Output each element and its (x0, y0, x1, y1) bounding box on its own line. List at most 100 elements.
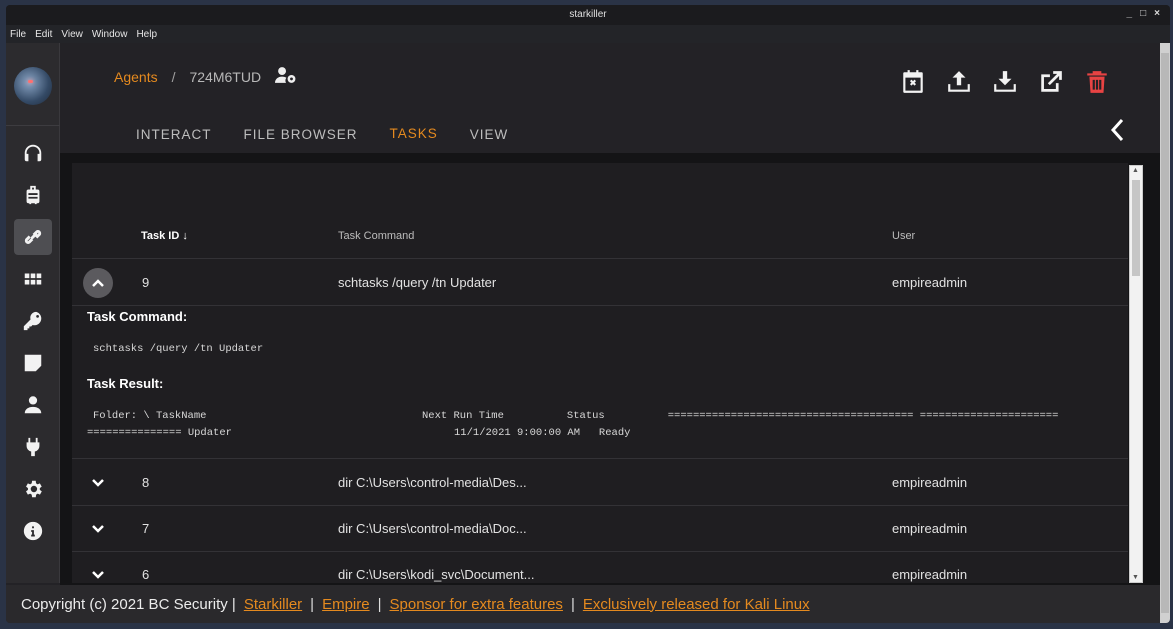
tab-interact[interactable]: INTERACT (120, 113, 228, 155)
header-task-command[interactable]: Task Command (338, 230, 414, 242)
starkiller-link[interactable]: Starkiller (244, 596, 302, 613)
gear-icon (26, 480, 42, 498)
scroll-down-arrow[interactable]: ▼ (1132, 574, 1139, 581)
divider (6, 125, 60, 126)
open-in-new-button[interactable] (1038, 69, 1064, 100)
menu-window[interactable]: Window (92, 29, 128, 40)
minimize-button[interactable]: _ (1127, 8, 1133, 19)
task-command: schtasks /query /tn Updater (338, 275, 497, 290)
menu-bar: File Edit View Window Help (6, 25, 1170, 43)
sidebar-item-reporting[interactable] (14, 345, 52, 381)
app-logo[interactable] (14, 67, 52, 105)
breadcrumb-agents-link[interactable]: Agents (114, 69, 158, 85)
agent-toolbar (900, 69, 1110, 100)
copyright-text: Copyright (c) 2021 BC Security | (21, 595, 236, 613)
sidebar-item-credentials[interactable] (14, 303, 52, 339)
headphones-icon (24, 144, 42, 162)
sidebar-item-users[interactable] (14, 387, 52, 423)
tasks-table: Task ID ↓ Task Command User 9 schtasks /… (72, 163, 1128, 583)
task-id: 9 (142, 275, 150, 290)
header-task-id[interactable]: Task ID ↓ (141, 230, 188, 242)
task-id: 8 (142, 475, 150, 490)
menu-edit[interactable]: Edit (35, 29, 52, 40)
sort-arrow-icon: ↓ (182, 230, 188, 242)
footer-separator: | (377, 595, 382, 613)
scrollbar-thumb[interactable] (1132, 180, 1140, 276)
upload-icon (948, 71, 970, 92)
task-result-line: 11/1/2021 9:00:00 AM Ready (454, 427, 631, 439)
key-icon (23, 311, 42, 331)
footer: Copyright (c) 2021 BC Security | Starkil… (6, 585, 1160, 623)
trash-icon (1087, 71, 1107, 93)
calendar-remove-icon (903, 70, 923, 93)
sidebar-item-listeners[interactable] (14, 135, 52, 171)
menu-help[interactable]: Help (136, 29, 157, 40)
breadcrumb: Agents / 724M6TUD (114, 66, 297, 87)
task-command-label: Task Command: (87, 309, 188, 324)
sidebar-item-stagers[interactable] (14, 177, 52, 213)
task-command: dir C:\Users\control-media\Des... (338, 475, 527, 490)
menu-file[interactable]: File (10, 29, 26, 40)
footer-separator: | (310, 595, 315, 613)
luggage-icon (26, 185, 40, 205)
download-button[interactable] (992, 69, 1018, 100)
download-icon (994, 71, 1016, 92)
task-user: empireadmin (892, 567, 968, 582)
kill-agent-button[interactable] (1084, 69, 1110, 100)
expand-row-button[interactable] (83, 514, 113, 544)
empire-link[interactable]: Empire (322, 596, 370, 613)
collapse-row-button[interactable] (83, 268, 113, 298)
window-title: starkiller (569, 9, 607, 20)
clear-tasks-button[interactable] (900, 69, 926, 100)
chevron-left-icon (1110, 118, 1124, 142)
sidebar-item-plugins[interactable] (14, 429, 52, 465)
menu-view[interactable]: View (61, 29, 83, 40)
breadcrumb-agent-name: 724M6TUD (189, 68, 262, 85)
close-button[interactable]: × (1154, 8, 1160, 19)
task-result-line: Folder: \ TaskName (93, 410, 207, 422)
task-id: 6 (142, 567, 150, 582)
breadcrumb-separator: / (171, 68, 176, 85)
user-cog-icon[interactable] (275, 66, 297, 87)
note-icon (24, 354, 42, 372)
table-row[interactable]: 7 dir C:\Users\control-media\Doc... empi… (72, 506, 1128, 552)
chevron-up-icon (92, 279, 104, 287)
task-result-label: Task Result: (87, 376, 164, 391)
expand-row-button[interactable] (83, 468, 113, 498)
tab-file-browser[interactable]: FILE BROWSER (228, 113, 374, 155)
tab-tasks[interactable]: TASKS (373, 113, 454, 155)
title-bar: starkiller _ □ × (6, 5, 1170, 25)
page-scrollbar[interactable] (1160, 43, 1170, 623)
user-icon (24, 396, 42, 414)
chevron-down-icon (92, 479, 104, 487)
header-user[interactable]: User (892, 230, 915, 242)
task-user: empireadmin (892, 475, 968, 490)
sidebar-item-about[interactable] (14, 513, 52, 549)
sidebar-item-modules[interactable] (14, 261, 52, 297)
expand-row-button[interactable] (83, 560, 113, 583)
kali-link[interactable]: Exclusively released for Kali Linux (583, 596, 810, 613)
sidebar-item-agents[interactable] (14, 219, 52, 255)
scroll-up-arrow[interactable]: ▲ (1132, 167, 1139, 174)
task-id: 7 (142, 521, 150, 536)
tab-view[interactable]: VIEW (454, 113, 525, 155)
task-detail: Task Command: schtasks /query /tn Update… (72, 306, 1128, 459)
task-user: empireadmin (892, 521, 968, 536)
table-row[interactable]: 8 dir C:\Users\control-media\Des... empi… (72, 460, 1128, 506)
upload-button[interactable] (946, 69, 972, 100)
table-row[interactable]: 6 dir C:\Users\kodi_svc\Document... empi… (72, 552, 1128, 583)
sponsor-link[interactable]: Sponsor for extra features (390, 596, 563, 613)
page-scrollbar-thumb[interactable] (1161, 53, 1169, 613)
info-icon (23, 521, 43, 541)
chevron-down-icon (92, 525, 104, 533)
table-row[interactable]: 9 schtasks /query /tn Updater empireadmi… (72, 260, 1128, 306)
maximize-button[interactable]: □ (1140, 8, 1146, 19)
collapse-panel-button[interactable] (1108, 117, 1128, 148)
task-result-line: =============== Updater (87, 427, 232, 439)
footer-separator: | (570, 595, 575, 613)
task-command: dir C:\Users\control-media\Doc... (338, 521, 527, 536)
agent-tabs: INTERACT FILE BROWSER TASKS VIEW (120, 113, 524, 155)
table-scrollbar[interactable]: ▲ ▼ (1129, 165, 1143, 583)
task-result-line: Next Run Time Status ===================… (422, 410, 1059, 422)
sidebar-item-settings[interactable] (14, 471, 52, 507)
